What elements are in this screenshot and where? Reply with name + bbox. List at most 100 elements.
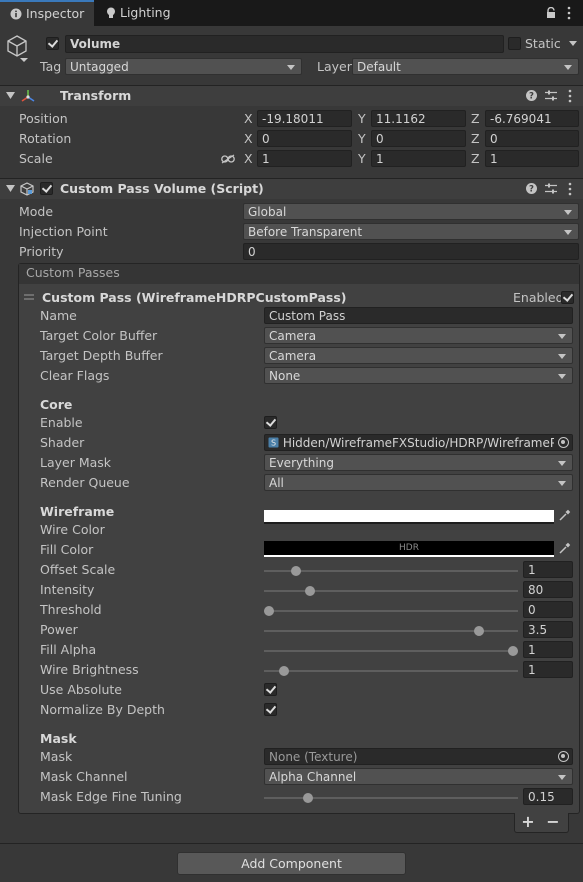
rotation-z-axis-label[interactable]: Z [471, 130, 480, 147]
chevron-down-icon [558, 374, 566, 379]
script-component-icon [20, 182, 34, 196]
rotation-y-field[interactable]: 0 [371, 130, 466, 147]
intensity-field[interactable]: 80 [523, 581, 573, 598]
threshold-slider-thumb[interactable] [264, 606, 274, 616]
scale-z-axis-label[interactable]: Z [471, 150, 480, 167]
eyedropper-icon[interactable] [558, 509, 571, 522]
static-checkbox[interactable] [508, 37, 521, 50]
scale-x-axis-label[interactable]: X [244, 150, 253, 167]
priority-field[interactable]: 0 [243, 243, 579, 260]
target-color-buffer-label: Target Color Buffer [40, 328, 158, 343]
wire-brightness-slider-thumb[interactable] [278, 666, 289, 676]
wire-color-swatch[interactable] [264, 510, 554, 524]
clear-flags-dropdown[interactable]: None [264, 367, 573, 384]
more-options-icon[interactable] [568, 89, 572, 103]
wire-brightness-field[interactable]: 1 [523, 661, 573, 678]
name-field[interactable]: Custom Pass [264, 307, 573, 324]
help-icon[interactable]: ? [526, 90, 537, 101]
offset-scale-slider-track[interactable] [264, 570, 518, 572]
fill-alpha-slider-track[interactable] [264, 650, 518, 652]
wire-brightness-slider-track[interactable] [264, 670, 518, 672]
more-options-icon[interactable] [568, 182, 572, 196]
power-field[interactable]: 3.5 [523, 621, 573, 638]
custom-pass-title: Custom Pass (WireframeHDRPCustomPass) [42, 290, 347, 305]
mask-edge-slider-thumb[interactable] [303, 793, 314, 803]
rotation-y-axis-label[interactable]: Y [358, 130, 366, 147]
enable-checkbox[interactable] [264, 416, 277, 429]
position-x-field[interactable]: -19.18011 [257, 110, 352, 127]
custom-passes-label: Custom Passes [26, 265, 120, 280]
tab-inspector[interactable]: Inspector [0, 0, 94, 26]
add-pass-button[interactable]: + [516, 813, 540, 833]
position-x-axis-label[interactable]: X [244, 110, 253, 127]
presets-icon[interactable] [545, 90, 557, 101]
threshold-field[interactable]: 0 [523, 601, 573, 618]
position-y-field[interactable]: 11.1162 [371, 110, 466, 127]
power-slider-thumb[interactable] [473, 626, 484, 636]
tag-dropdown[interactable]: Untagged [65, 58, 302, 75]
more-options-icon[interactable] [567, 6, 571, 20]
scale-z-field[interactable]: 1 [485, 150, 579, 167]
mode-dropdown[interactable]: Global [243, 203, 579, 220]
injection-point-dropdown[interactable]: Before Transparent [243, 223, 579, 240]
add-component-button[interactable]: Add Component [177, 852, 406, 875]
presets-icon[interactable] [545, 183, 557, 194]
chevron-down-icon [558, 334, 566, 339]
shader-field[interactable]: S Hidden/WireframeFXStudio/HDRP/Wirefram… [264, 434, 573, 451]
fill-alpha-slider-thumb[interactable] [508, 646, 518, 656]
offset-scale-field[interactable]: 1 [523, 561, 573, 578]
shader-value: Hidden/WireframeFXStudio/HDRP/WireframeP… [282, 436, 571, 450]
object-picker-icon[interactable] [558, 751, 569, 762]
foldout-arrow-icon[interactable] [6, 185, 15, 193]
target-depth-buffer-dropdown[interactable]: Camera [264, 347, 573, 364]
mask-texture-field[interactable]: None (Texture) [264, 748, 573, 765]
scale-y-field[interactable]: 1 [371, 150, 466, 167]
fill-alpha-field[interactable]: 1 [523, 641, 573, 658]
target-color-buffer-dropdown[interactable]: Camera [264, 327, 573, 344]
custom-pass-volume-title: Custom Pass Volume (Script) [60, 181, 264, 196]
position-y-axis-label[interactable]: Y [358, 110, 366, 127]
custom-pass-volume-header[interactable]: Custom Pass Volume (Script) ? [0, 178, 583, 199]
custom-pass-enabled-checkbox[interactable] [561, 291, 574, 304]
normalize-by-depth-checkbox[interactable] [264, 703, 277, 716]
layer-mask-dropdown[interactable]: Everything [264, 454, 573, 471]
scale-x-field[interactable]: 1 [257, 150, 352, 167]
object-name-field[interactable]: Volume [65, 35, 504, 53]
tag-label: Tag [40, 59, 62, 74]
mask-edge-field[interactable]: 0.15 [523, 788, 573, 805]
use-absolute-checkbox[interactable] [264, 683, 277, 696]
foldout-arrow-icon[interactable] [6, 92, 15, 100]
eyedropper-icon[interactable] [558, 542, 571, 555]
layer-dropdown[interactable]: Default [352, 58, 579, 75]
object-picker-icon[interactable] [558, 437, 569, 448]
static-dropdown-arrow[interactable] [569, 41, 577, 46]
lock-icon[interactable] [546, 7, 556, 19]
transform-header[interactable]: Transform ? [0, 85, 583, 106]
position-z-field[interactable]: -6.769041 [485, 110, 579, 127]
rotation-x-axis-label[interactable]: X [244, 130, 253, 147]
position-z-axis-label[interactable]: Z [471, 110, 480, 127]
wireframe-header: Wireframe [40, 504, 115, 519]
render-queue-value: All [269, 476, 284, 490]
rotation-z-field[interactable]: 0 [485, 130, 579, 147]
custom-pass-volume-enabled-checkbox[interactable] [40, 182, 53, 195]
render-queue-dropdown[interactable]: All [264, 474, 573, 491]
chevron-down-icon [558, 775, 566, 780]
tab-lighting-label: Lighting [120, 5, 171, 20]
offset-scale-slider-thumb[interactable] [290, 566, 301, 576]
intensity-slider-track[interactable] [264, 590, 518, 592]
target-depth-buffer-value: Camera [269, 349, 317, 363]
scale-y-axis-label[interactable]: Y [358, 150, 366, 167]
threshold-slider-track[interactable] [264, 610, 518, 612]
mask-channel-dropdown[interactable]: Alpha Channel [264, 768, 573, 785]
fill-color-swatch[interactable]: HDR [264, 541, 554, 557]
help-icon[interactable]: ? [526, 183, 537, 194]
rotation-x-field[interactable]: 0 [257, 130, 352, 147]
remove-pass-button[interactable]: − [541, 813, 565, 833]
drag-handle-icon[interactable] [24, 294, 34, 300]
constrain-proportions-link-icon[interactable] [221, 154, 235, 164]
tab-lighting[interactable]: Lighting [96, 0, 171, 26]
name-label: Name [40, 308, 77, 323]
target-color-buffer-value: Camera [269, 329, 317, 343]
object-active-checkbox[interactable] [46, 37, 59, 50]
